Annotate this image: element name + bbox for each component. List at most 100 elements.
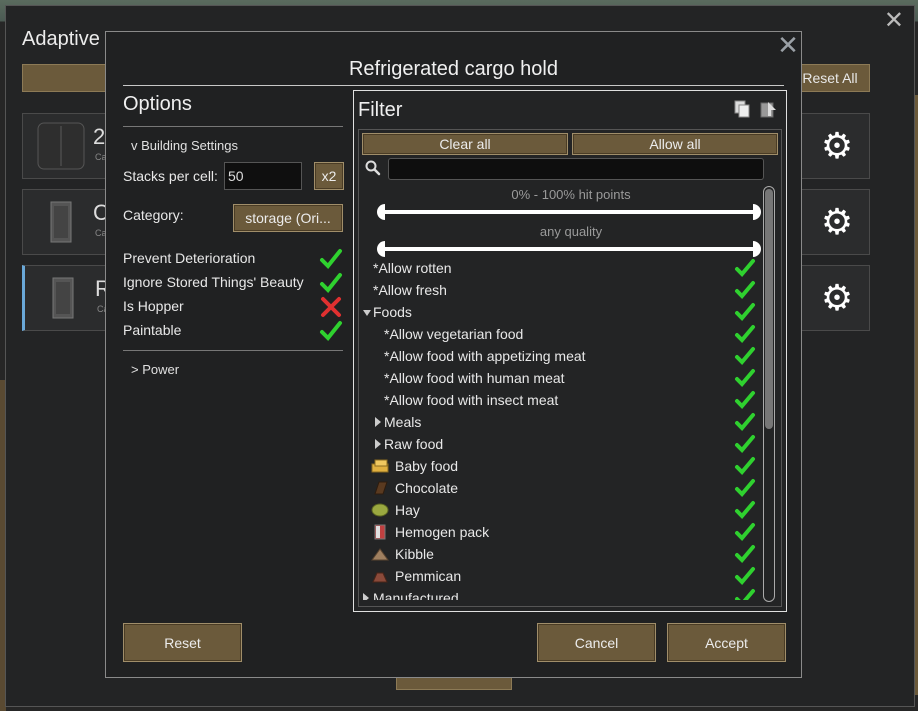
slider-max-handle[interactable]: [753, 241, 761, 257]
checkmark-icon[interactable]: [734, 368, 756, 388]
filter-item-label: *Allow fresh: [373, 282, 447, 298]
filter-item-label: *Allow vegetarian food: [384, 326, 524, 342]
checkmark-icon[interactable]: [319, 320, 343, 342]
slider-min-handle[interactable]: [377, 204, 385, 220]
power-section[interactable]: > Power: [131, 362, 179, 377]
checkmark-icon[interactable]: [734, 346, 756, 366]
filter-item-label: Pemmican: [395, 568, 462, 584]
filter-item-label: *Allow rotten: [373, 260, 452, 276]
chocolate-icon: [371, 480, 389, 496]
checkmark-icon[interactable]: [734, 588, 756, 600]
close-icon[interactable]: ✕: [775, 32, 801, 58]
dialog-title: Refrigerated cargo hold: [348, 58, 558, 80]
filter-tree-item[interactable]: Chocolate: [359, 478, 759, 500]
checkmark-icon[interactable]: [319, 272, 343, 294]
slider-max-handle[interactable]: [753, 204, 761, 220]
toggle-is-hopper[interactable]: Is Hopper: [123, 296, 343, 318]
options-divider-2: [123, 350, 343, 351]
building-settings-section[interactable]: v Building Settings: [131, 138, 238, 153]
checkmark-icon[interactable]: [734, 258, 756, 278]
filter-tree-item[interactable]: Baby food: [359, 456, 759, 478]
filter-item-label: Kibble: [395, 546, 434, 562]
stacks-per-cell-label: Stacks per cell:: [123, 168, 218, 184]
gear-icon[interactable]: ⚙: [813, 198, 861, 246]
quality-slider[interactable]: [377, 241, 761, 257]
checkmark-icon[interactable]: [734, 390, 756, 410]
slider-track: [381, 247, 757, 251]
filter-item-label: Raw food: [384, 436, 444, 452]
hitpoints-slider[interactable]: [377, 204, 761, 220]
filter-tree-item[interactable]: *Allow food with appetizing meat: [359, 346, 759, 368]
cross-icon[interactable]: [319, 296, 343, 318]
checkmark-icon[interactable]: [734, 302, 756, 322]
filter-tree-item[interactable]: *Allow rotten: [359, 258, 759, 280]
filter-tree-item[interactable]: Foods: [359, 302, 759, 324]
checkmark-icon[interactable]: [734, 500, 756, 520]
storage-settings-dialog: ✕ Refrigerated cargo hold Options v Buil…: [105, 31, 802, 678]
category-label: Category:: [123, 207, 184, 223]
checkmark-icon[interactable]: [734, 280, 756, 300]
filter-tree-item[interactable]: Pemmican: [359, 566, 759, 588]
toggle-label: Prevent Deterioration: [123, 250, 256, 266]
cancel-button[interactable]: Cancel: [537, 623, 656, 662]
filter-item-label: *Allow food with appetizing meat: [384, 348, 586, 364]
filter-tree-item[interactable]: *Allow vegetarian food: [359, 324, 759, 346]
gear-icon[interactable]: ⚙: [813, 274, 861, 322]
hemogen-pack-icon: [371, 524, 389, 540]
reset-all-button[interactable]: Reset All: [790, 64, 870, 92]
reset-button[interactable]: Reset: [123, 623, 242, 662]
filter-tree-item[interactable]: Hay: [359, 500, 759, 522]
expand-arrow-down-icon[interactable]: [363, 310, 371, 316]
checkmark-icon[interactable]: [734, 478, 756, 498]
toggle-label: Is Hopper: [123, 298, 184, 314]
checkmark-icon[interactable]: [734, 434, 756, 454]
checkmark-icon[interactable]: [734, 324, 756, 344]
expand-arrow-right-icon[interactable]: [375, 417, 381, 427]
filter-tree-item[interactable]: Manufactured: [359, 588, 759, 600]
filter-tree-item[interactable]: Raw food: [359, 434, 759, 456]
expand-arrow-right-icon[interactable]: [375, 439, 381, 449]
scroll-thumb[interactable]: [765, 189, 773, 429]
row-name: 2: [93, 124, 106, 149]
category-dropdown[interactable]: storage (Ori...: [233, 204, 343, 232]
checkmark-icon[interactable]: [734, 566, 756, 586]
filter-tree-item[interactable]: *Allow fresh: [359, 280, 759, 302]
filter-title: Filter: [358, 99, 403, 121]
toggle-paintable[interactable]: Paintable: [123, 320, 343, 342]
filter-body: Clear all Allow all 0% - 100% hit points…: [358, 129, 782, 607]
copy-icon[interactable]: [734, 100, 750, 118]
toggle-label: Ignore Stored Things' Beauty: [123, 274, 304, 290]
accept-button[interactable]: Accept: [667, 623, 786, 662]
checkmark-icon[interactable]: [734, 456, 756, 476]
filter-tree-item[interactable]: *Allow food with insect meat: [359, 390, 759, 412]
filter-item-label: Hay: [395, 502, 420, 518]
building-thumbnail: [37, 122, 85, 170]
options-divider: [123, 126, 343, 127]
search-icon: [365, 160, 381, 176]
checkmark-icon[interactable]: [319, 248, 343, 270]
filter-tree-item[interactable]: *Allow food with human meat: [359, 368, 759, 390]
checkmark-icon[interactable]: [734, 412, 756, 432]
filter-tree-item[interactable]: Hemogen pack: [359, 522, 759, 544]
x2-button[interactable]: x2: [314, 162, 344, 190]
checkmark-icon[interactable]: [734, 522, 756, 542]
filter-scrollbar[interactable]: [763, 186, 775, 602]
gear-icon[interactable]: ⚙: [813, 122, 861, 170]
filter-item-label: Baby food: [395, 458, 459, 474]
filter-tree-item[interactable]: Meals: [359, 412, 759, 434]
slider-min-handle[interactable]: [377, 241, 385, 257]
stacks-per-cell-input[interactable]: [224, 162, 302, 190]
toggle-prevent-deterioration[interactable]: Prevent Deterioration: [123, 248, 343, 270]
clear-all-button[interactable]: Clear all: [362, 133, 568, 155]
filter-item-label: Meals: [384, 414, 422, 430]
options-heading: Options: [123, 93, 192, 115]
allow-all-button[interactable]: Allow all: [572, 133, 778, 155]
filter-search-input[interactable]: [388, 158, 764, 180]
paste-icon[interactable]: [760, 100, 778, 118]
filter-tree-item[interactable]: Kibble: [359, 544, 759, 566]
checkmark-icon[interactable]: [734, 544, 756, 564]
expand-arrow-right-icon[interactable]: [363, 593, 369, 600]
background-left-button[interactable]: [22, 64, 112, 92]
background-close-icon[interactable]: ✕: [884, 6, 904, 35]
toggle-ignore-stored-beauty[interactable]: Ignore Stored Things' Beauty: [123, 272, 343, 294]
